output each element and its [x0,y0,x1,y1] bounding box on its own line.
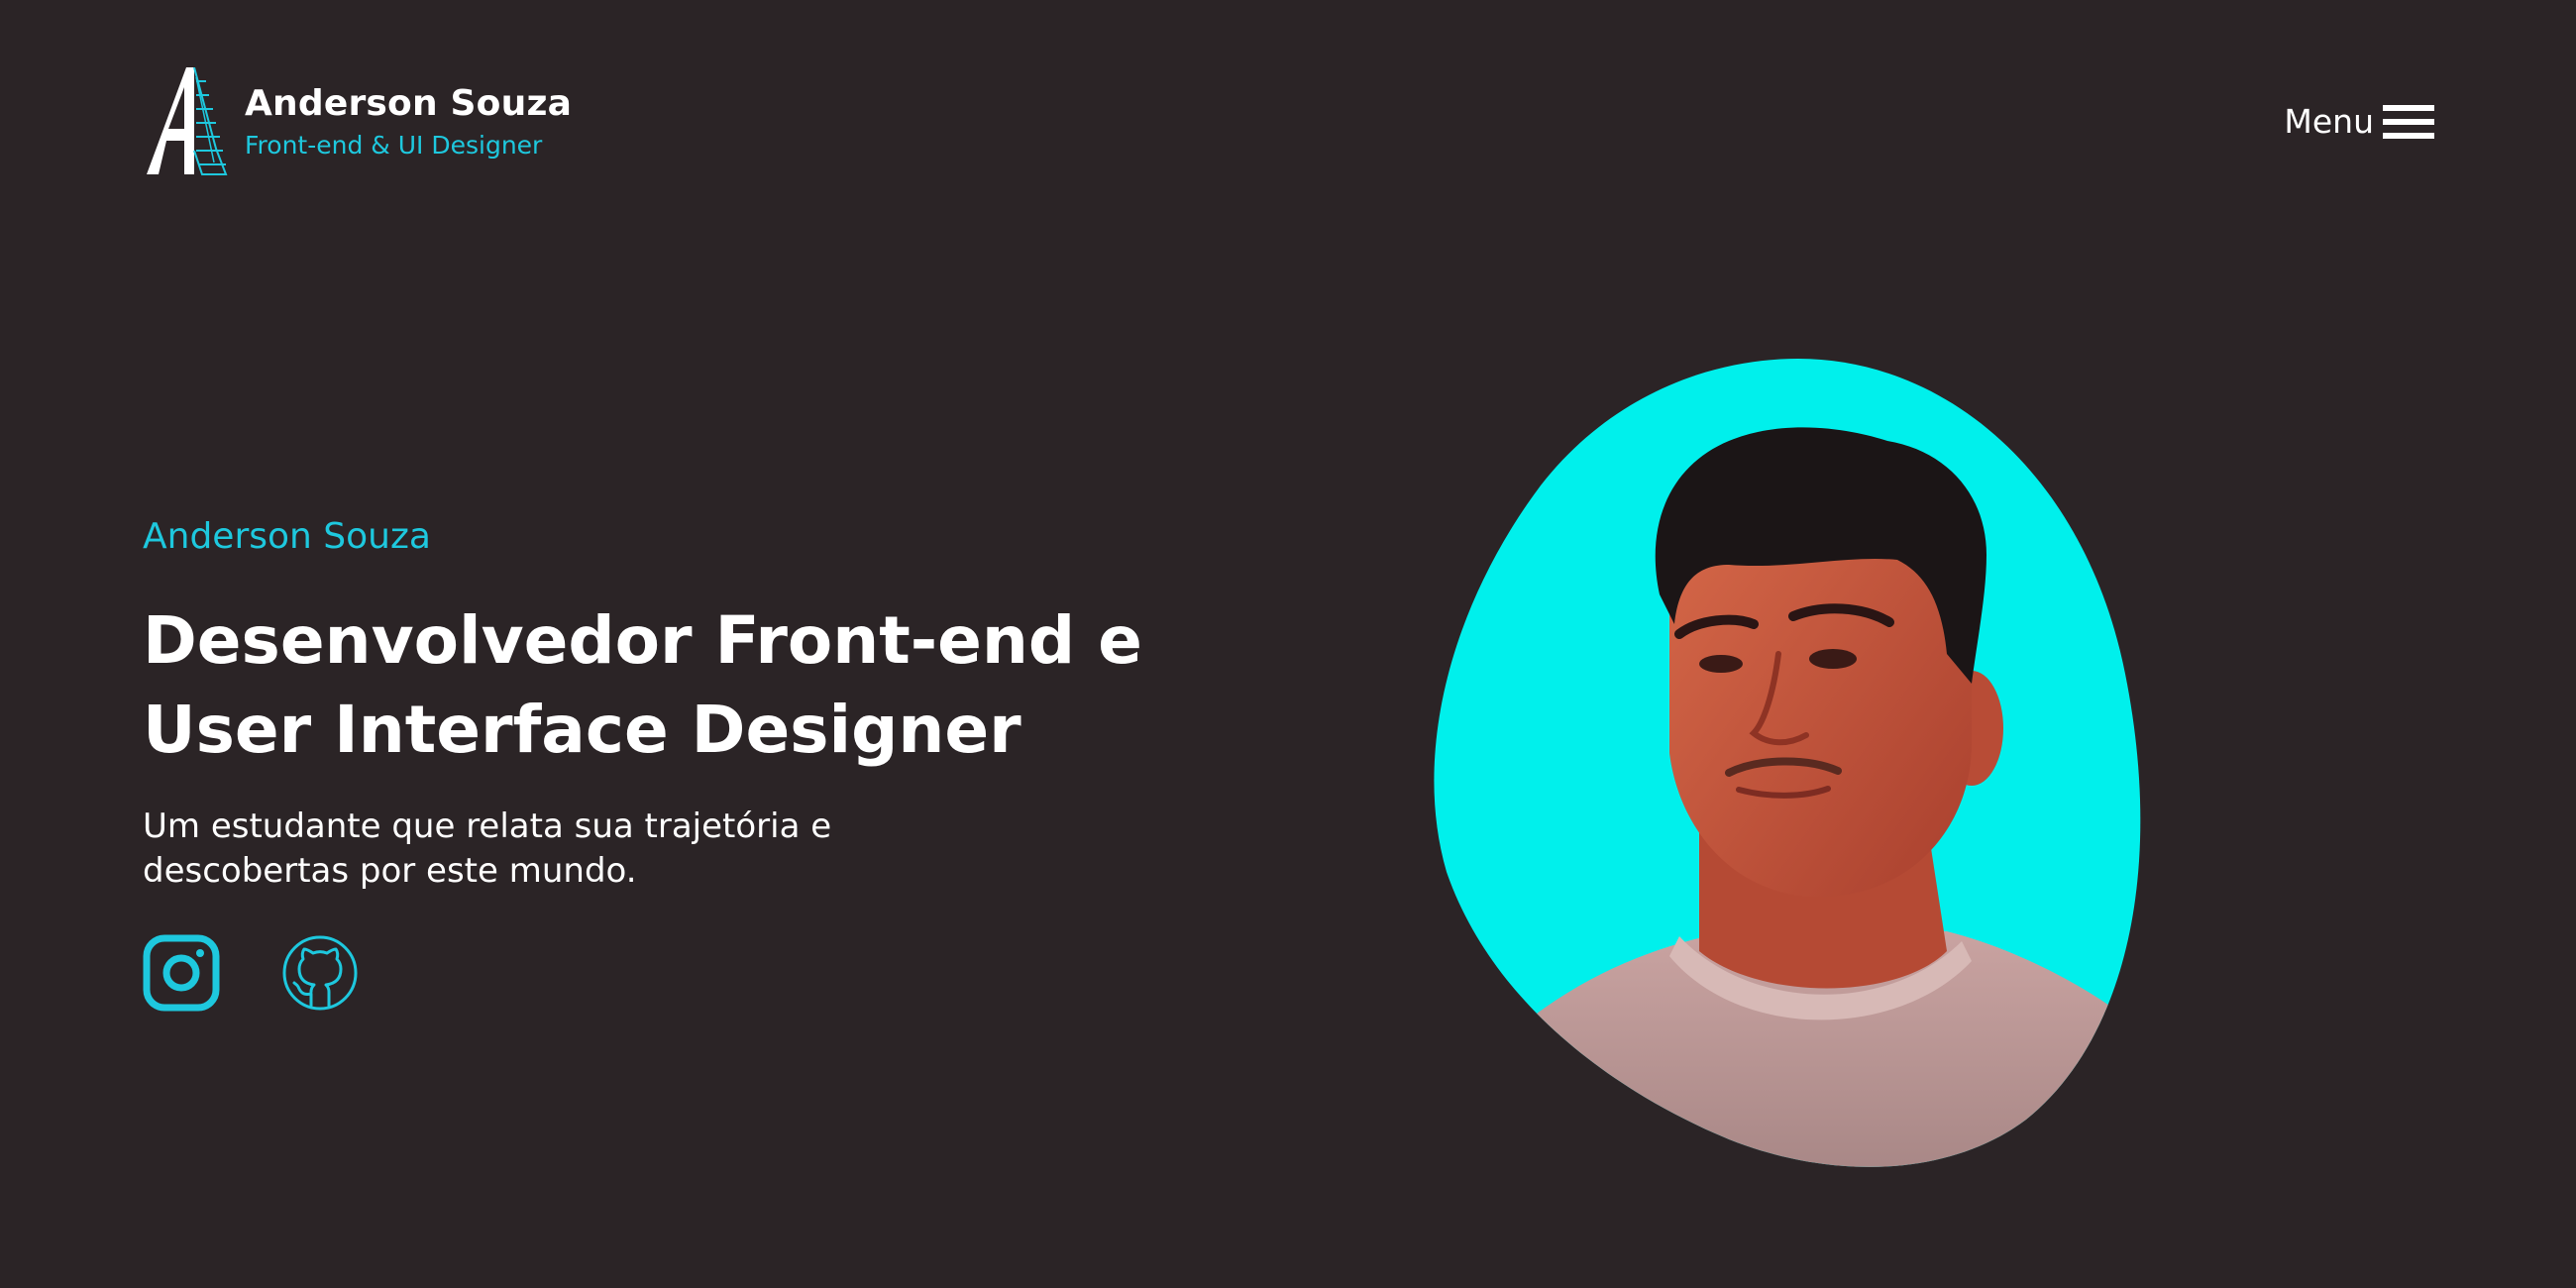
github-icon [282,935,358,1011]
menu-button[interactable]: Menu [2284,102,2434,142]
profile-photo [1434,359,2141,1167]
hero-title-line-2: User Interface Designer [143,692,1021,768]
brand: Anderson Souza Front-end & UI Designer [245,83,572,162]
github-link[interactable] [281,934,359,1012]
hero-description-line-1: Um estudante que relata sua trajetória e [143,806,832,846]
instagram-icon [143,934,220,1012]
instagram-link[interactable] [143,934,220,1012]
brand-name: Anderson Souza [245,83,573,124]
menu-label: Menu [2284,102,2374,141]
social-links [143,934,420,1012]
hero-section: Anderson Souza Desenvolvedor Front-end e… [143,515,1332,894]
brand-role: Front-end & UI Designer [245,131,543,160]
hero-description-line-2: descobertas por este mundo. [143,851,637,891]
hero-title-line-1: Desenvolvedor Front-end e [143,602,1142,679]
hamburger-icon [2383,105,2434,139]
letter-a-logo-icon[interactable] [147,67,236,178]
hero-title: Desenvolvedor Front-end e User Interface… [143,596,1332,775]
hero-description: Um estudante que relata sua trajetória e… [143,805,1034,894]
hero-name: Anderson Souza [143,516,431,557]
